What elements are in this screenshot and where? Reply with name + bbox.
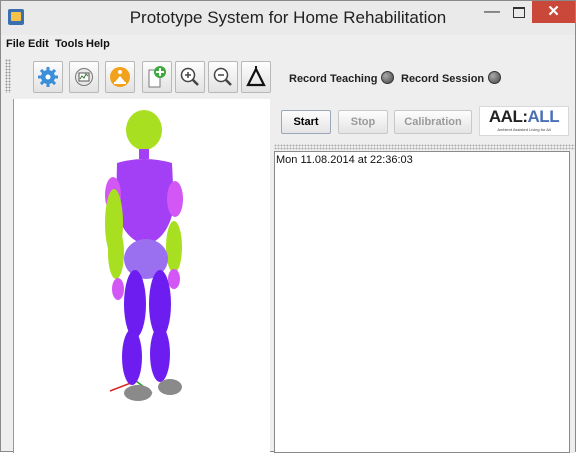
session-panel: Start Stop Calibration AAL:ALL Ambient A… [274, 99, 575, 453]
aal-logo: AAL:ALL Ambient Assisted Living for All [479, 106, 569, 136]
avatar-right-hand [168, 269, 180, 289]
add-document-button[interactable] [142, 61, 172, 93]
calibration-button[interactable]: Calibration [394, 110, 472, 134]
panel-separator [274, 144, 575, 150]
avatar-torso [116, 159, 174, 245]
record-session-indicator-icon [488, 71, 502, 84]
app-window: Prototype System for Home Rehabilitation… [0, 0, 576, 453]
title-bar: Prototype System for Home Rehabilitation… [1, 1, 575, 35]
avatar-head [126, 110, 162, 150]
record-teaching[interactable]: Record Teaching [289, 71, 395, 85]
chart-button[interactable] [69, 61, 99, 93]
avatar-left-shin [122, 329, 142, 385]
skeleton-3d-view[interactable] [13, 99, 270, 453]
avatar-left-thigh [124, 270, 146, 338]
log-line: Mon 11.08.2014 at 22:36:03 [276, 154, 413, 166]
start-button[interactable]: Start [281, 110, 331, 134]
menu-file[interactable]: File [6, 38, 25, 50]
aal-logo-subtitle: Ambient Assisted Living for All [497, 127, 551, 132]
aal-logo-aal: AAL [488, 107, 523, 126]
avatar-right-upper-arm [166, 221, 182, 273]
avatar-left-forearm [108, 227, 124, 279]
chart-monitor-icon [75, 68, 93, 86]
menu-edit[interactable]: Edit [28, 38, 49, 50]
record-session[interactable]: Record Session [401, 71, 502, 85]
menu-help[interactable]: Help [86, 38, 110, 50]
exercise-button[interactable] [105, 61, 135, 93]
settings-gear-icon [38, 67, 58, 87]
triangle-axes-icon [246, 66, 266, 87]
avatar-left-foot [124, 385, 152, 401]
maximize-button[interactable] [506, 1, 532, 23]
record-session-label: Record Session [401, 73, 485, 85]
exercise-figure-icon [110, 67, 130, 87]
zoom-out-button[interactable] [208, 61, 238, 93]
avatar-right-shoulder [167, 181, 183, 217]
add-document-icon [148, 66, 166, 88]
toolbar: Record Teaching Record Session [1, 53, 575, 99]
axes-button[interactable] [241, 61, 271, 93]
record-teaching-indicator-icon [381, 71, 395, 84]
close-button[interactable]: ✕ [532, 1, 575, 23]
avatar-neck [139, 149, 149, 159]
avatar-left-hand [112, 278, 124, 300]
avatar-right-foot [158, 379, 182, 395]
zoom-in-icon [180, 67, 199, 86]
minimize-button[interactable]: — [478, 1, 506, 23]
record-teaching-label: Record Teaching [289, 73, 378, 85]
zoom-out-icon [213, 67, 232, 86]
toolbar-grip[interactable] [5, 59, 11, 93]
settings-button[interactable] [33, 61, 63, 93]
session-log[interactable]: Mon 11.08.2014 at 22:36:03 [274, 151, 570, 453]
stop-button[interactable]: Stop [338, 110, 388, 134]
menu-tools[interactable]: Tools [55, 38, 84, 50]
human-avatar-model [105, 110, 183, 401]
aal-logo-text: AAL:ALL [488, 107, 560, 126]
aal-logo-all: ALL [527, 107, 560, 126]
menu-bar: File Edit Tools Help [1, 35, 575, 53]
avatar-right-shin [150, 326, 170, 382]
zoom-in-button[interactable] [175, 61, 205, 93]
